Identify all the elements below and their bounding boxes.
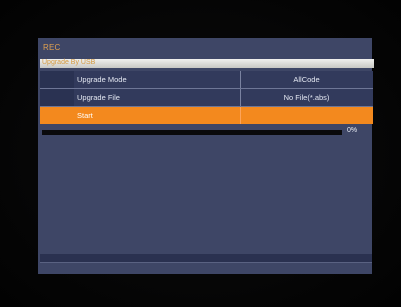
row-body-highlight xyxy=(74,107,373,124)
upgrade-mode-value[interactable]: AllCode xyxy=(240,71,373,88)
upgrade-mode-label: Upgrade Mode xyxy=(77,75,127,84)
section-title: Upgrade By USB xyxy=(42,59,96,66)
progress-bar xyxy=(42,130,342,135)
page-title: REC xyxy=(43,43,61,52)
column-divider xyxy=(240,107,241,124)
menu-row-start[interactable]: Start xyxy=(40,107,373,124)
start-button-label: Start xyxy=(77,111,93,120)
upgrade-file-value[interactable]: No File(*.abs) xyxy=(240,89,373,106)
menu-row-upgrade-mode[interactable]: Upgrade Mode AllCode xyxy=(40,71,373,89)
upgrade-file-label: Upgrade File xyxy=(77,93,120,102)
progress-percent: 0% xyxy=(347,127,358,134)
row-indent xyxy=(40,71,74,88)
footer-bar xyxy=(40,254,372,262)
row-indent xyxy=(40,89,74,106)
footer-divider xyxy=(40,262,372,263)
row-indent xyxy=(40,107,74,124)
menu-row-upgrade-file[interactable]: Upgrade File No File(*.abs) xyxy=(40,89,373,107)
